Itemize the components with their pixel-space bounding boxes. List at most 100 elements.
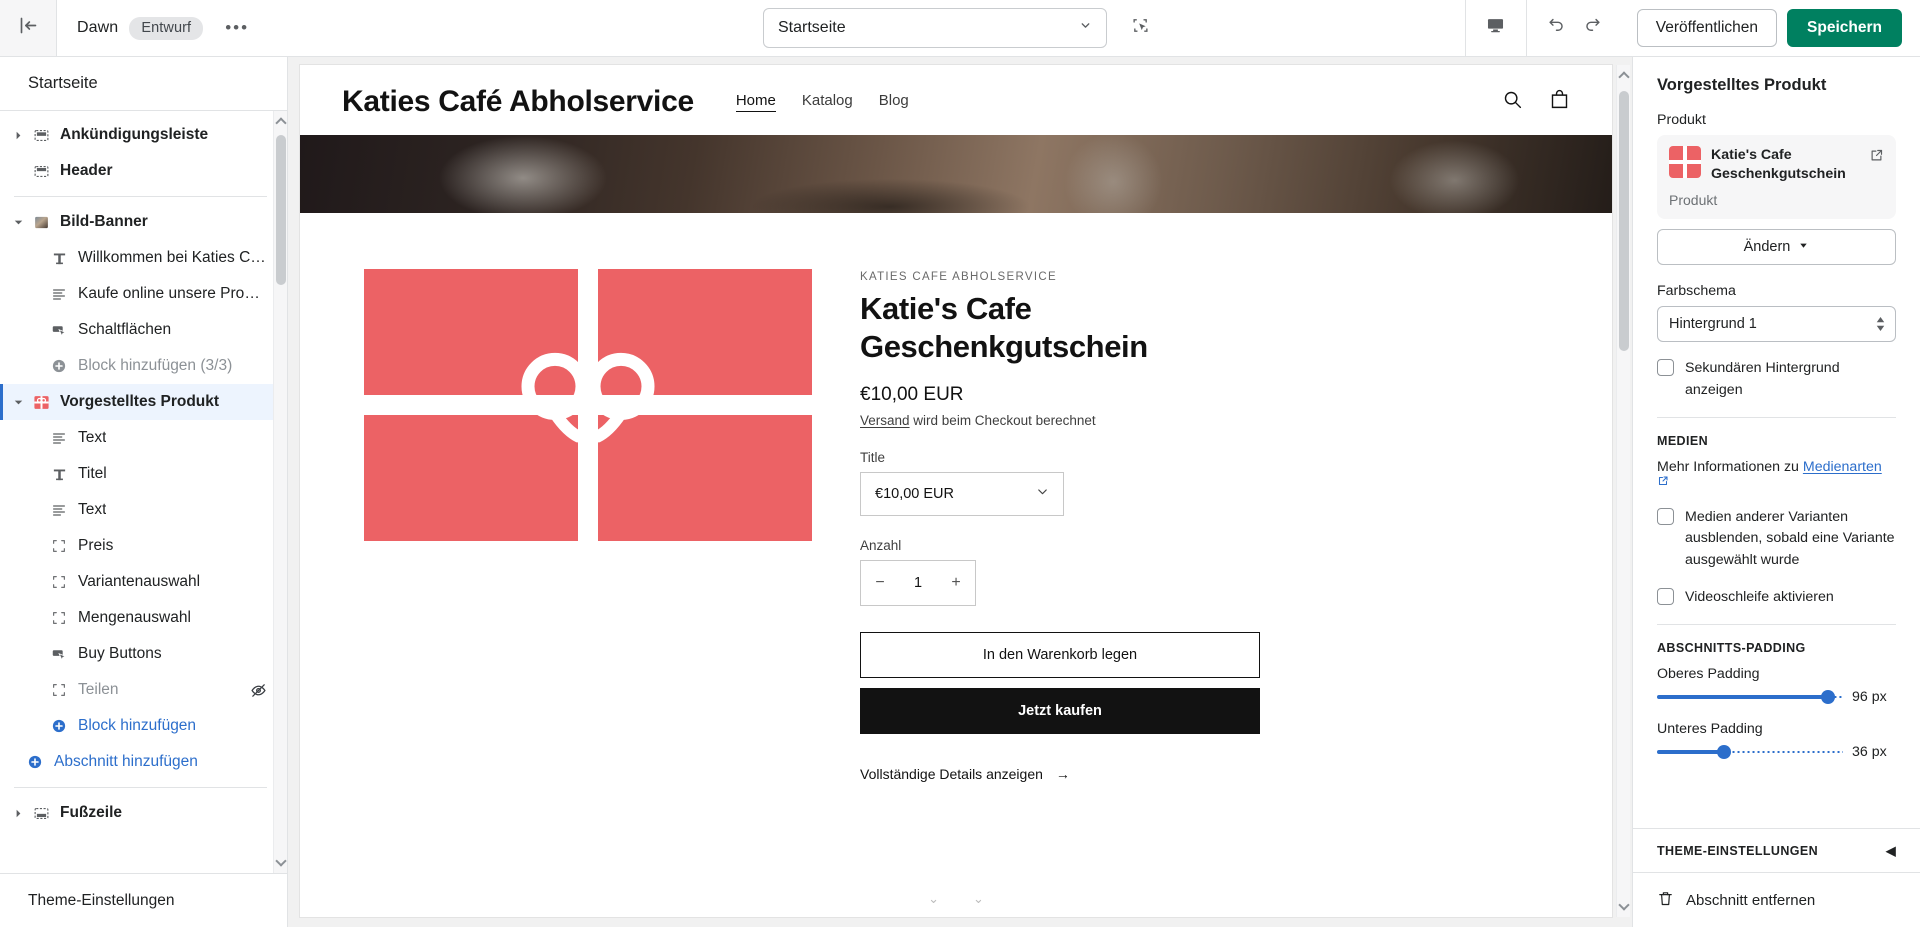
sidebar-theme-settings-button[interactable]: Theme-Einstellungen [0, 873, 287, 927]
eye-off-icon[interactable] [250, 682, 267, 699]
product-details: KATIES CAFE ABHOLSERVICE Katie's Cafe Ge… [860, 269, 1548, 871]
sidebar-item-buy-buttons[interactable]: Buy Buttons [0, 636, 287, 672]
search-icon[interactable] [1502, 89, 1523, 115]
publish-button[interactable]: Veröffentlichen [1636, 9, 1778, 47]
slider-fill [1657, 750, 1724, 755]
scroll-up-icon[interactable] [275, 117, 287, 129]
hide-variant-media-label: Medien anderer Varianten ausblenden, sob… [1685, 508, 1895, 568]
quantity-value[interactable]: 1 [899, 575, 937, 591]
sidebar-item-preis[interactable]: Preis [0, 528, 287, 564]
sidebar-item-ank-ndigungsleiste[interactable]: Ankündigungsleiste [0, 117, 287, 153]
change-product-button[interactable]: Ändern [1657, 229, 1896, 266]
sidebar-item-text[interactable]: Text [0, 420, 287, 456]
slider-handle[interactable] [1821, 690, 1836, 705]
placeholder-brackets-icon [46, 574, 72, 590]
collapse-caret-icon[interactable] [8, 398, 28, 407]
storefront-nav-blog[interactable]: Blog [879, 92, 909, 112]
chevron-down-icon [1035, 484, 1050, 503]
chevron-down-icon[interactable]: ⌄ [973, 891, 984, 907]
add-block-button[interactable]: Block hinzufügen [0, 708, 287, 744]
sidebar-item-label: Text [78, 501, 107, 518]
header-icon [28, 163, 54, 180]
quantity-decrease-button[interactable]: − [861, 574, 899, 591]
view-full-details-link[interactable]: Vollständige Details anzeigen → [860, 766, 1548, 782]
sidebar-item-schaltfl-chen[interactable]: Schaltflächen [0, 312, 287, 348]
plus-circle-icon [46, 358, 72, 374]
top-padding-slider-row: 96 px [1657, 689, 1896, 705]
variant-select[interactable]: €10,00 EUR [860, 471, 1064, 516]
page-selector[interactable]: Startseite [763, 8, 1107, 48]
storefront-nav-home[interactable]: Home [735, 92, 776, 112]
sidebar-item-bild-banner[interactable]: Bild-Banner [0, 204, 287, 240]
secondary-background-checkbox[interactable]: Sekundären Hintergrund anzeigen [1657, 358, 1896, 401]
storefront-nav-katalog[interactable]: Katalog [802, 92, 853, 112]
divider [1657, 624, 1896, 626]
media-types-link[interactable]: Medienarten [1803, 459, 1882, 475]
sidebar-item-text[interactable]: Text [0, 492, 287, 528]
expand-caret-icon[interactable] [8, 131, 28, 140]
expand-caret-icon[interactable] [8, 809, 28, 818]
desktop-preview-button[interactable] [1478, 12, 1514, 44]
undo-button[interactable] [1539, 12, 1575, 44]
sidebar-item-block-hinzuf-gen-3-3[interactable]: Block hinzufügen (3/3) [0, 348, 287, 384]
buy-now-button[interactable]: Jetzt kaufen [860, 687, 1260, 734]
placeholder-brackets-icon [46, 538, 72, 554]
bottom-padding-label: Unteres Padding [1657, 721, 1763, 738]
hide-variant-media-checkbox[interactable]: Medien anderer Varianten ausblenden, sob… [1657, 507, 1896, 571]
sidebar-item-label: Mengenauswahl [78, 609, 191, 626]
bottom-padding-slider[interactable] [1657, 744, 1843, 760]
sidebar-item-mengenauswahl[interactable]: Mengenauswahl [0, 600, 287, 636]
color-scheme-value: Hintergrund 1 [1669, 316, 1757, 333]
settings-panel: Vorgestelltes Produkt Produkt Katie's Ca… [1632, 57, 1920, 927]
exit-editor-button[interactable] [0, 0, 57, 56]
sidebar-scroll-thumb[interactable] [276, 135, 286, 285]
sidebar-item-willkommen-bei-katies-caf[interactable]: Willkommen bei Katies Café ... [0, 240, 287, 276]
paragraph-icon [46, 502, 72, 518]
shipping-note: Versand wird beim Checkout berechnet [860, 413, 1548, 428]
placeholder-brackets-icon [46, 682, 72, 698]
shopping-bag-icon[interactable] [1549, 88, 1570, 116]
video-loop-checkbox[interactable]: Videoschleife aktivieren [1657, 587, 1896, 608]
store-logo[interactable]: Katies Café Abholservice [342, 85, 694, 119]
image-banner-section[interactable] [300, 135, 1612, 213]
add-section-button[interactable]: Abschnitt hinzufügen [0, 744, 287, 780]
trash-icon [1657, 890, 1674, 911]
shipping-policy-link[interactable]: Versand [860, 413, 910, 428]
preview-scroll-thumb[interactable] [1619, 91, 1629, 351]
sidebar-item-variantenauswahl[interactable]: Variantenauswahl [0, 564, 287, 600]
redo-button[interactable] [1575, 12, 1611, 44]
placeholder-brackets-icon [46, 610, 72, 626]
chevron-down-icon[interactable]: ⌄ [928, 891, 939, 907]
featured-product-section: KATIES CAFE ABHOLSERVICE Katie's Cafe Ge… [300, 213, 1612, 891]
preview-scrollbar[interactable] [1616, 65, 1630, 917]
sidebar-item-kaufe-online-unsere-produkte[interactable]: Kaufe online unsere Produkte... [0, 276, 287, 312]
remove-section-button[interactable]: Abschnitt entfernen [1633, 872, 1920, 927]
collapse-caret-icon[interactable] [8, 218, 28, 227]
scroll-down-icon[interactable] [275, 855, 287, 867]
marquee-select-tool-button[interactable] [1123, 12, 1157, 44]
add-to-cart-button[interactable]: In den Warenkorb legen [860, 631, 1260, 678]
save-button[interactable]: Speichern [1787, 9, 1902, 47]
product-image[interactable] [364, 269, 812, 541]
color-scheme-select[interactable]: Hintergrund 1 [1657, 306, 1896, 343]
sidebar-item-fusszeile[interactable]: Fußzeile [0, 795, 287, 831]
sidebar-scrollbar[interactable] [273, 111, 287, 873]
sidebar-item-teilen[interactable]: Teilen [0, 672, 287, 708]
quantity-increase-button[interactable]: + [937, 574, 975, 591]
divider [14, 787, 267, 788]
more-options-button[interactable]: ••• [220, 13, 254, 43]
chevron-down-icon [1798, 239, 1809, 255]
sidebar-item-header[interactable]: Header [0, 153, 287, 189]
slider-handle[interactable] [1716, 745, 1731, 760]
sidebar-item-titel[interactable]: Titel [0, 456, 287, 492]
sidebar-item-label: Willkommen bei Katies Café ... [78, 249, 267, 266]
undo-icon [1547, 16, 1566, 40]
external-link-icon[interactable] [1869, 148, 1884, 168]
scroll-down-icon[interactable] [1618, 899, 1630, 911]
theme-settings-button[interactable]: THEME-EINSTELLUNGEN ◀ [1633, 828, 1920, 872]
scroll-up-icon[interactable] [1618, 71, 1630, 83]
sidebar-scroll-area: Ankündigungsleiste Header Bild-Banner Willk… [0, 111, 287, 873]
sidebar-item-vorgestelltes-produkt[interactable]: Vorgestelltes Produkt [0, 384, 287, 420]
top-padding-slider[interactable] [1657, 689, 1843, 705]
button-cursor-icon [46, 646, 72, 663]
